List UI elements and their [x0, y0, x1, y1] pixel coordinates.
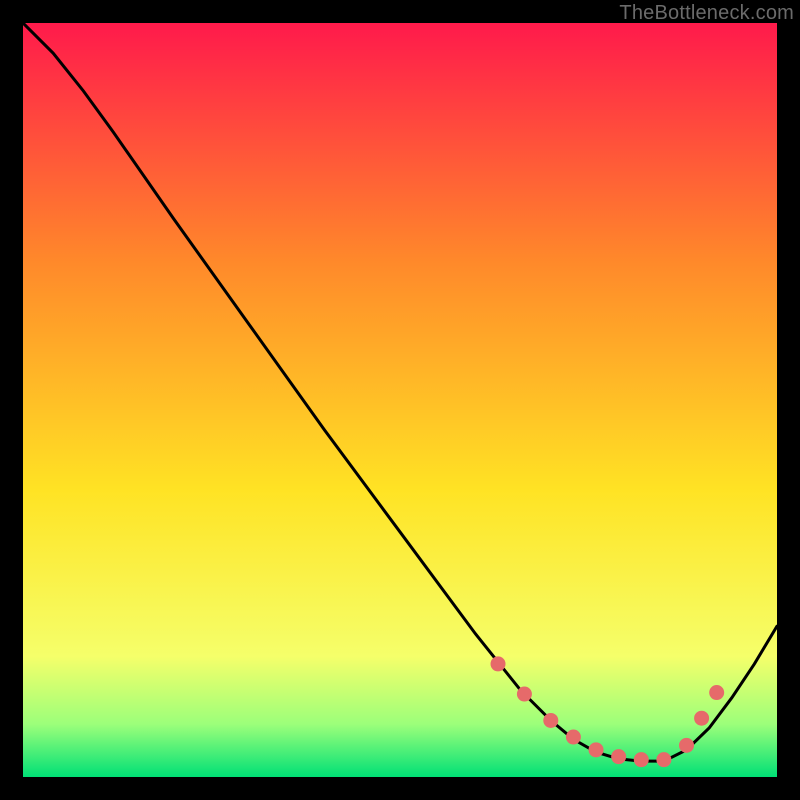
marker-point — [694, 711, 709, 726]
marker-point — [566, 730, 581, 745]
marker-point — [589, 742, 604, 757]
marker-point — [656, 752, 671, 767]
marker-point — [611, 749, 626, 764]
attribution-text: TheBottleneck.com — [619, 2, 794, 25]
marker-point — [709, 685, 724, 700]
marker-point — [517, 687, 532, 702]
marker-point — [679, 738, 694, 753]
chart-frame — [23, 23, 777, 777]
chart-background — [23, 23, 777, 777]
marker-point — [634, 752, 649, 767]
marker-point — [543, 713, 558, 728]
chart-svg — [23, 23, 777, 777]
marker-point — [491, 656, 506, 671]
